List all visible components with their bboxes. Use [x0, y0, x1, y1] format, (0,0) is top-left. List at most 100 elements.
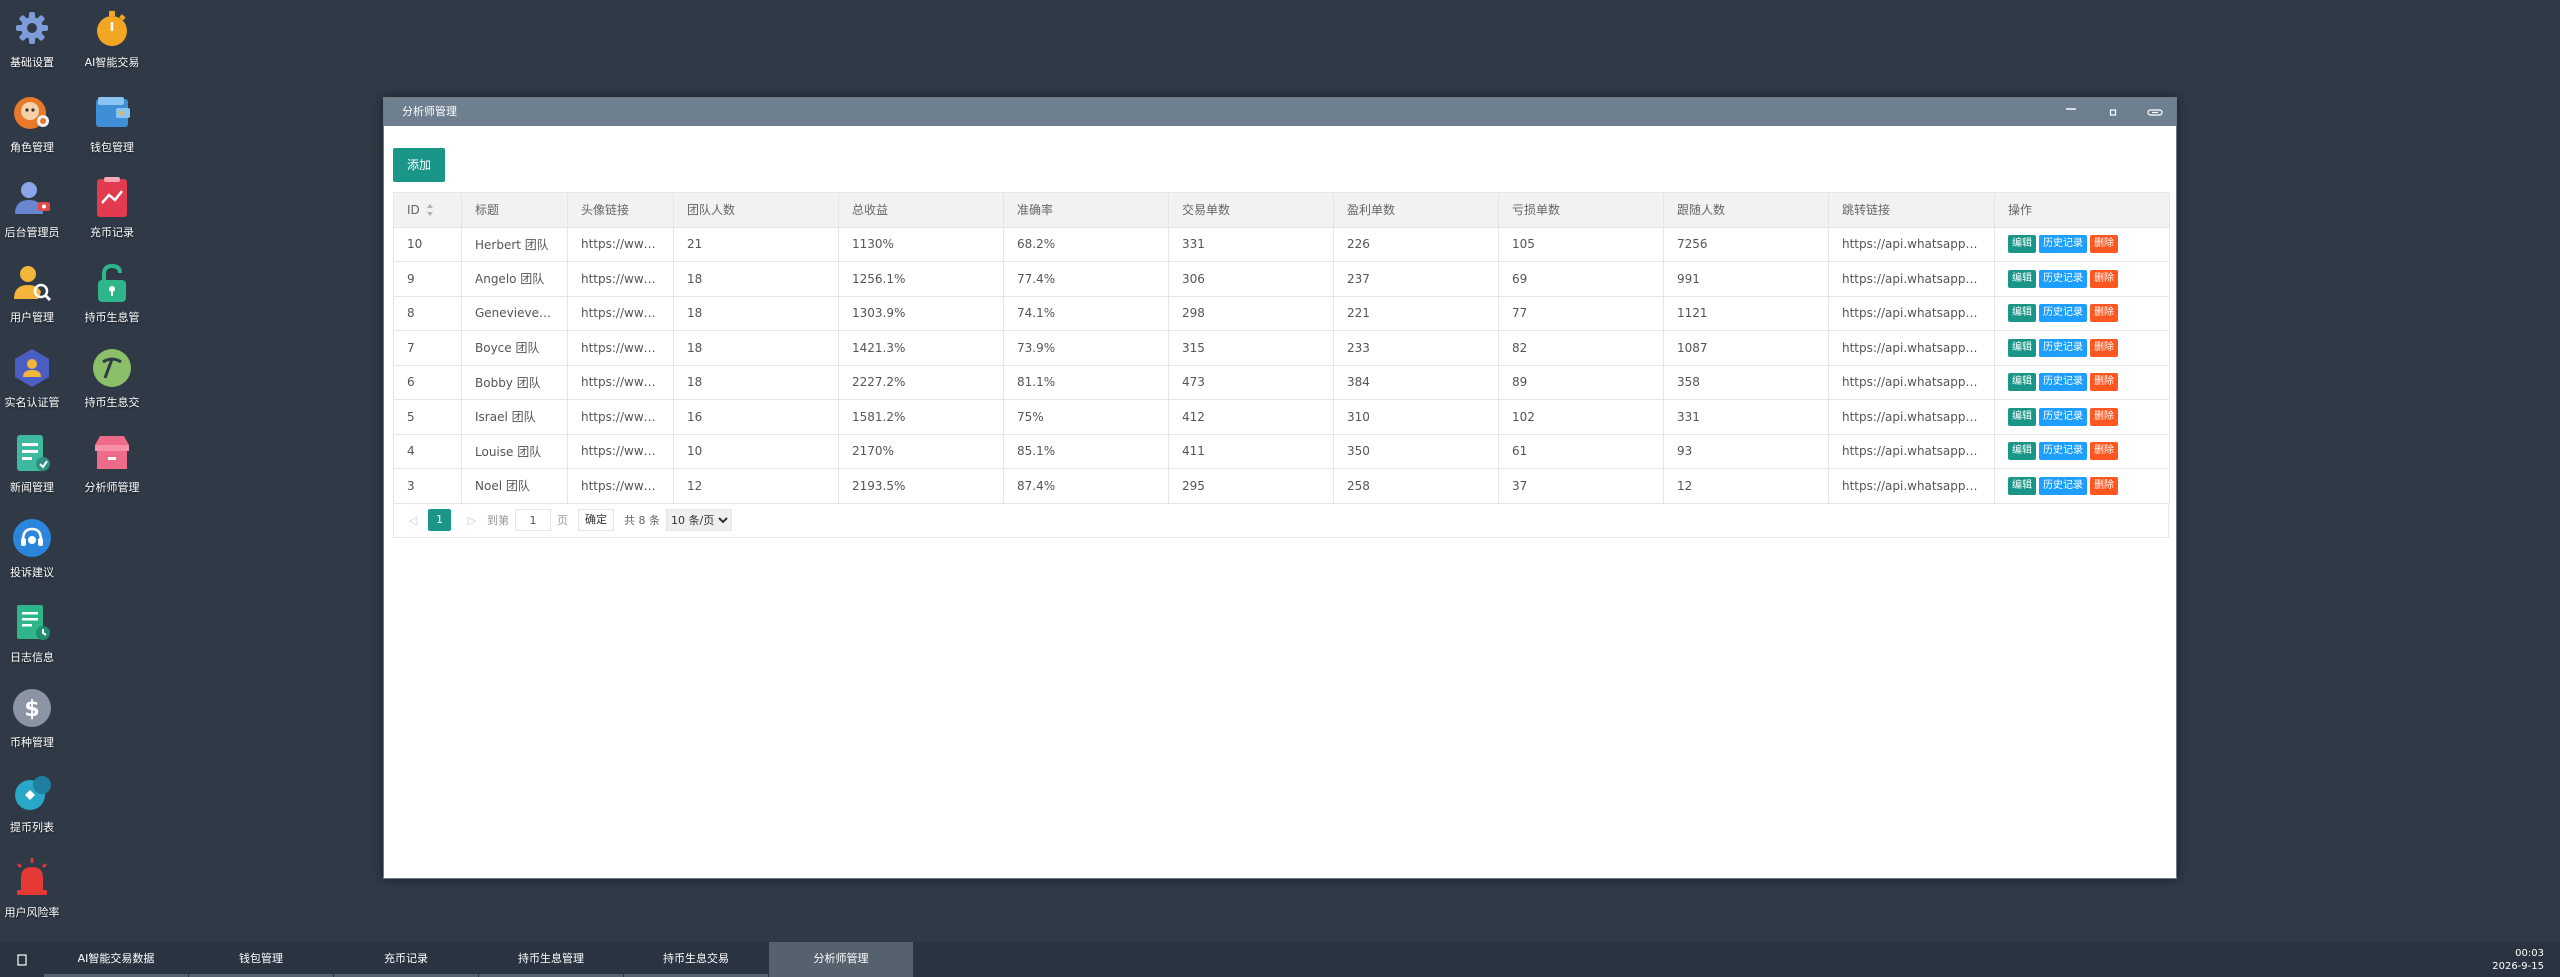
- edit-button[interactable]: 编辑: [2008, 304, 2036, 323]
- desktop-icon-withdraw[interactable]: 提币列表: [0, 765, 72, 845]
- desktop-icon-hold-interest-trade[interactable]: 持币生息交: [72, 340, 152, 420]
- table-cell: 4: [393, 433, 462, 469]
- taskbar-item-active[interactable]: 分析师管理: [769, 942, 913, 977]
- minimize-button[interactable]: [2050, 98, 2092, 126]
- col-header-loss-count: 亏损单数: [1498, 192, 1664, 228]
- desktop-icon-deposit[interactable]: 充币记录: [72, 170, 152, 250]
- table-cell: 1130%: [838, 226, 1004, 262]
- history-button[interactable]: 历史记录: [2039, 304, 2087, 323]
- desktop-icon-basic-settings[interactable]: 基础设置: [0, 0, 72, 80]
- goto-page-input[interactable]: [515, 509, 551, 531]
- table-cell: https://api.whatsapp.c…: [1828, 399, 1995, 435]
- table-cell: 10: [673, 433, 839, 469]
- desktop-icon-hold-interest-mgmt[interactable]: 持币生息管: [72, 255, 152, 335]
- table-cell: 6: [393, 364, 462, 400]
- table-cell: https://api.whatsapp.c…: [1828, 468, 1995, 504]
- add-button[interactable]: 添加: [393, 148, 446, 182]
- actions-cell: 编辑 历史记录 删除: [1994, 295, 2170, 331]
- table-cell: 37: [1498, 468, 1664, 504]
- desktop-icon-analyst[interactable]: 分析师管理: [72, 425, 152, 505]
- page-unit-label: 页: [557, 514, 568, 527]
- col-header-profit-count: 盈利单数: [1333, 192, 1499, 228]
- desktop-icon-user-management[interactable]: 用户管理: [0, 255, 72, 335]
- table-cell: 350: [1333, 433, 1499, 469]
- start-icon: [17, 953, 27, 966]
- next-page-button[interactable]: ▷: [463, 514, 481, 527]
- edit-button[interactable]: 编辑: [2008, 373, 2036, 392]
- desktop-icon-label: 角色管理: [10, 141, 54, 154]
- desktop-icon-complaint[interactable]: 投诉建议: [0, 510, 72, 590]
- desktop-icon-logs[interactable]: 日志信息: [0, 595, 72, 675]
- taskbar-item[interactable]: 充币记录: [334, 942, 478, 977]
- desktop-icon-label: 币种管理: [10, 736, 54, 749]
- taskbar-item[interactable]: 钱包管理: [189, 942, 333, 977]
- table-cell: 3: [393, 468, 462, 504]
- edit-button[interactable]: 编辑: [2008, 442, 2036, 461]
- desktop-icon-ai-trading[interactable]: AI智能交易: [72, 0, 152, 80]
- edit-button[interactable]: 编辑: [2008, 269, 2036, 288]
- table-cell: 1581.2%: [838, 399, 1004, 435]
- desktop-icon-label: 基础设置: [10, 56, 54, 69]
- desktop-icon-news[interactable]: 新闻管理: [0, 425, 72, 505]
- delete-button[interactable]: 删除: [2090, 269, 2118, 288]
- table-cell: 358: [1663, 364, 1829, 400]
- table-cell: 12: [673, 468, 839, 504]
- col-header-id[interactable]: ID: [393, 192, 462, 228]
- delete-button[interactable]: 删除: [2090, 373, 2118, 392]
- alarm-siren-icon: [10, 856, 54, 900]
- desktop-icon-label: 充币记录: [90, 226, 134, 239]
- sort-icon[interactable]: [426, 204, 434, 217]
- maximize-button[interactable]: [2092, 98, 2134, 126]
- history-button[interactable]: 历史记录: [2039, 442, 2087, 461]
- desktop-icon-currency[interactable]: $ 币种管理: [0, 680, 72, 760]
- table-cell: 105: [1498, 226, 1664, 262]
- history-button[interactable]: 历史记录: [2039, 373, 2087, 392]
- taskbar-item[interactable]: 持币生息管理: [479, 942, 623, 977]
- col-header-title: 标题: [461, 192, 568, 228]
- history-button[interactable]: 历史记录: [2039, 269, 2087, 288]
- desktop-icon-role-management[interactable]: 角色管理: [0, 85, 72, 165]
- delete-button[interactable]: 删除: [2090, 476, 2118, 495]
- user-search-icon: [10, 261, 54, 305]
- history-button[interactable]: 历史记录: [2039, 235, 2087, 254]
- table-cell: 7: [393, 330, 462, 366]
- goto-label: 到第: [487, 514, 509, 527]
- edit-button[interactable]: 编辑: [2008, 476, 2036, 495]
- news-doc-icon: [10, 431, 54, 475]
- history-button[interactable]: 历史记录: [2039, 476, 2087, 495]
- desktop-icon-realname[interactable]: 实名认证管: [0, 340, 72, 420]
- edit-button[interactable]: 编辑: [2008, 407, 2036, 426]
- history-button[interactable]: 历史记录: [2039, 407, 2087, 426]
- start-button[interactable]: [0, 942, 44, 977]
- current-page[interactable]: 1: [428, 509, 451, 531]
- log-clock-icon: [10, 601, 54, 645]
- taskbar-item[interactable]: 持币生息交易: [624, 942, 768, 977]
- desktop-icon-wallet[interactable]: 钱包管理: [72, 85, 152, 165]
- prev-page-button[interactable]: ◁: [404, 514, 422, 527]
- table-cell: https://www.…: [567, 468, 674, 504]
- window-titlebar[interactable]: 分析师管理: [384, 98, 2176, 126]
- desktop-icon-risk[interactable]: 用户风险率: [0, 850, 72, 930]
- actions-cell: 编辑 历史记录 删除: [1994, 330, 2170, 366]
- table-cell: 77: [1498, 295, 1664, 331]
- edit-button[interactable]: 编辑: [2008, 235, 2036, 254]
- close-button[interactable]: [2134, 98, 2176, 126]
- delete-button[interactable]: 删除: [2090, 407, 2118, 426]
- table-cell: 1087: [1663, 330, 1829, 366]
- actions-cell: 编辑 历史记录 删除: [1994, 433, 2170, 469]
- desktop-icon-label: 实名认证管: [4, 396, 60, 409]
- edit-button[interactable]: 编辑: [2008, 338, 2036, 357]
- desktop-icon-admin[interactable]: 后台管理员: [0, 170, 72, 250]
- desktop-icon-label: AI智能交易: [84, 56, 140, 69]
- delete-button[interactable]: 删除: [2090, 235, 2118, 254]
- taskbar-item[interactable]: AI智能交易数据: [44, 942, 188, 977]
- goto-confirm-button[interactable]: 确定: [578, 509, 614, 531]
- delete-button[interactable]: 删除: [2090, 304, 2118, 323]
- table-cell: https://api.whatsapp.c…: [1828, 226, 1995, 262]
- page-size-select[interactable]: 10 条/页: [666, 509, 732, 531]
- actions-cell: 编辑 历史记录 删除: [1994, 226, 2170, 262]
- delete-button[interactable]: 删除: [2090, 442, 2118, 461]
- delete-button[interactable]: 删除: [2090, 338, 2118, 357]
- table-cell: 306: [1168, 261, 1334, 297]
- history-button[interactable]: 历史记录: [2039, 338, 2087, 357]
